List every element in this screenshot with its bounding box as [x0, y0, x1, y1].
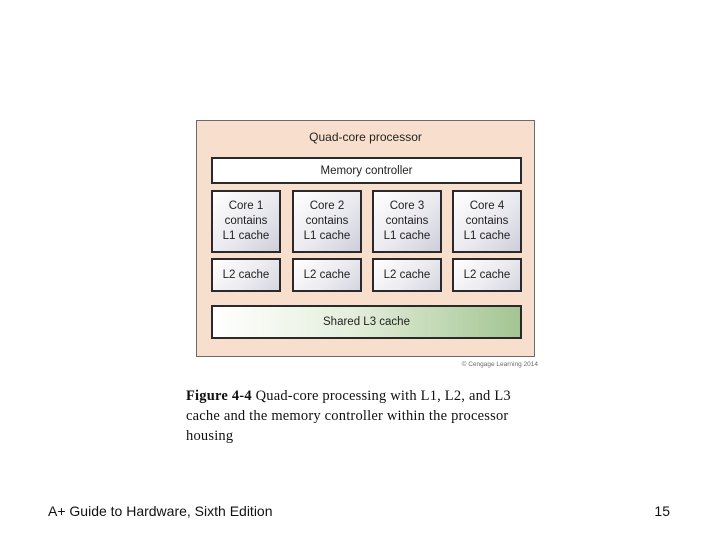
core-contains: contains	[224, 215, 268, 227]
core-l1: L1 cache	[222, 230, 270, 242]
core-4-box: Core 4 contains L1 cache	[452, 190, 522, 253]
core-label: Core 1	[228, 200, 264, 212]
core-l1: L1 cache	[303, 230, 351, 242]
diagram-title: Quad-core processor	[309, 130, 422, 144]
figure-label: Figure 4-4	[186, 388, 252, 404]
shared-l3-cache: Shared L3 cache	[211, 305, 522, 339]
core-label: Core 4	[469, 200, 505, 212]
quad-core-diagram: Quad-core processor Memory controller Co…	[196, 120, 535, 357]
memory-controller-box: Memory controller	[211, 157, 522, 184]
core-l1: L1 cache	[463, 230, 511, 242]
core-l1: L1 cache	[383, 230, 431, 242]
page-number: 15	[654, 503, 670, 519]
l2-cache-1: L2 cache	[211, 258, 281, 292]
core-label: Core 3	[389, 200, 425, 212]
l2-cache-2: L2 cache	[292, 258, 362, 292]
core-label: Core 2	[309, 200, 345, 212]
core-2-box: Core 2 contains L1 cache	[292, 190, 362, 253]
core-contains: contains	[305, 215, 349, 227]
book-title: A+ Guide to Hardware, Sixth Edition	[48, 503, 273, 519]
l2-cache-4: L2 cache	[452, 258, 522, 292]
core-1-box: Core 1 contains L1 cache	[211, 190, 281, 253]
copyright-notice: © Cengage Learning 2014	[461, 361, 538, 368]
core-contains: contains	[385, 215, 429, 227]
figure-caption: Figure 4-4 Quad-core processing with L1,…	[186, 386, 546, 446]
core-3-box: Core 3 contains L1 cache	[372, 190, 442, 253]
core-contains: contains	[465, 215, 509, 227]
l2-cache-3: L2 cache	[372, 258, 442, 292]
